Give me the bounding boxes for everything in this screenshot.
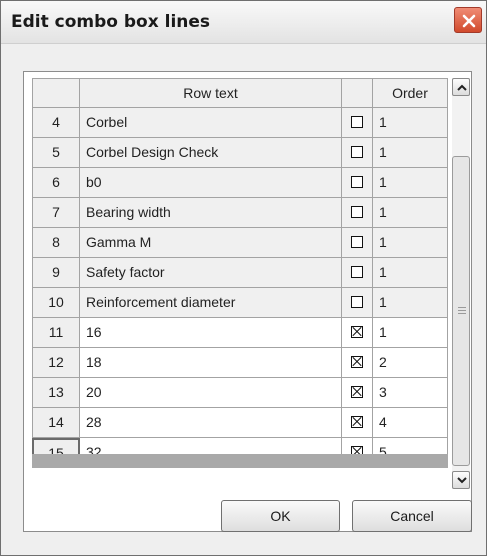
order-cell[interactable]: 1 — [373, 138, 448, 168]
combo-lines-grid: Row text Order 4 Corbel 1 5 Corbel Design Ch… — [32, 78, 448, 468]
row-checkbox-cell[interactable] — [342, 198, 373, 228]
row-checkbox[interactable] — [351, 176, 363, 189]
row-checkbox[interactable] — [351, 326, 363, 339]
row-number-cell[interactable]: 10 — [32, 288, 80, 318]
ok-button[interactable]: OK — [221, 500, 340, 532]
table-row[interactable]: 7 Bearing width 1 — [32, 198, 448, 228]
row-checkbox-cell[interactable] — [342, 258, 373, 288]
order-cell[interactable]: 1 — [373, 108, 448, 138]
order-cell[interactable]: 1 — [373, 288, 448, 318]
row-text-cell[interactable]: 16 — [80, 318, 342, 348]
row-checkbox[interactable] — [351, 296, 363, 309]
row-number-cell[interactable]: 6 — [32, 168, 80, 198]
row-text-cell[interactable]: 28 — [80, 408, 342, 438]
close-icon — [462, 14, 476, 28]
table-row[interactable]: 5 Corbel Design Check 1 — [32, 138, 448, 168]
table-row[interactable]: 6 b0 1 — [32, 168, 448, 198]
row-checkbox-cell[interactable] — [342, 408, 373, 438]
row-checkbox[interactable] — [351, 416, 363, 429]
checked-column-header[interactable] — [342, 78, 373, 108]
scroll-down-button[interactable] — [452, 471, 470, 489]
row-text-cell[interactable]: Gamma M — [80, 228, 342, 258]
row-checkbox-cell[interactable] — [342, 288, 373, 318]
row-checkbox-cell[interactable] — [342, 138, 373, 168]
table-row[interactable]: 9 Safety factor 1 — [32, 258, 448, 288]
grid-empty-area — [32, 454, 448, 468]
row-number-cell[interactable]: 13 — [32, 378, 80, 408]
row-text-cell[interactable]: Corbel — [80, 108, 342, 138]
order-cell[interactable]: 3 — [373, 378, 448, 408]
order-cell[interactable]: 4 — [373, 408, 448, 438]
row-checkbox-cell[interactable] — [342, 318, 373, 348]
row-checkbox-cell[interactable] — [342, 378, 373, 408]
row-number-cell[interactable]: 4 — [32, 108, 80, 138]
table-row[interactable]: 12 18 2 — [32, 348, 448, 378]
row-checkbox-cell[interactable] — [342, 168, 373, 198]
row-text-cell[interactable]: Safety factor — [80, 258, 342, 288]
row-text-cell[interactable]: Bearing width — [80, 198, 342, 228]
window-title: Edit combo box lines — [11, 12, 211, 32]
table-row[interactable]: 4 Corbel 1 — [32, 108, 448, 138]
row-text-column-header[interactable]: Row text — [80, 78, 342, 108]
table-row[interactable]: 13 20 3 — [32, 378, 448, 408]
row-text-cell[interactable]: 18 — [80, 348, 342, 378]
row-checkbox[interactable] — [351, 386, 363, 399]
combo-lines-grid-frame: Row text Order 4 Corbel 1 5 Corbel Design Ch… — [23, 71, 472, 532]
row-number-cell[interactable]: 11 — [32, 318, 80, 348]
row-checkbox-cell[interactable] — [342, 348, 373, 378]
row-text-cell[interactable]: Reinforcement diameter — [80, 288, 342, 318]
row-text-cell[interactable]: b0 — [80, 168, 342, 198]
table-row[interactable]: 14 28 4 — [32, 408, 448, 438]
edit-combo-box-dialog: Edit combo box lines Row text Order 4 Cor… — [0, 0, 487, 556]
order-column-header[interactable]: Order — [373, 78, 448, 108]
order-cell[interactable]: 1 — [373, 228, 448, 258]
order-cell[interactable]: 1 — [373, 318, 448, 348]
table-row[interactable]: 11 16 1 — [32, 318, 448, 348]
table-row[interactable]: 10 Reinforcement diameter 1 — [32, 288, 448, 318]
row-text-cell[interactable]: 20 — [80, 378, 342, 408]
order-cell[interactable]: 1 — [373, 168, 448, 198]
vertical-scrollbar[interactable] — [452, 78, 470, 489]
scrollbar-thumb[interactable] — [452, 156, 470, 466]
row-number-cell[interactable]: 5 — [32, 138, 80, 168]
row-number-header — [32, 78, 80, 108]
row-checkbox[interactable] — [351, 266, 363, 279]
row-checkbox[interactable] — [351, 236, 363, 249]
row-number-cell[interactable]: 7 — [32, 198, 80, 228]
close-button[interactable] — [454, 7, 482, 33]
title-bar[interactable]: Edit combo box lines — [1, 1, 486, 44]
row-number-cell[interactable]: 9 — [32, 258, 80, 288]
chevron-up-icon — [457, 84, 467, 91]
chevron-down-icon — [457, 477, 467, 484]
order-cell[interactable]: 1 — [373, 258, 448, 288]
row-checkbox[interactable] — [351, 356, 363, 369]
row-number-cell[interactable]: 12 — [32, 348, 80, 378]
row-checkbox[interactable] — [351, 206, 363, 219]
row-number-cell[interactable]: 14 — [32, 408, 80, 438]
row-number-cell[interactable]: 8 — [32, 228, 80, 258]
row-text-cell[interactable]: Corbel Design Check — [80, 138, 342, 168]
row-checkbox-cell[interactable] — [342, 228, 373, 258]
order-cell[interactable]: 2 — [373, 348, 448, 378]
row-checkbox-cell[interactable] — [342, 108, 373, 138]
scroll-up-button[interactable] — [452, 78, 470, 96]
cancel-button[interactable]: Cancel — [352, 500, 472, 532]
grid-header-row: Row text Order — [32, 78, 448, 108]
row-checkbox[interactable] — [351, 116, 363, 129]
row-checkbox[interactable] — [351, 146, 363, 159]
order-cell[interactable]: 1 — [373, 198, 448, 228]
table-row[interactable]: 8 Gamma M 1 — [32, 228, 448, 258]
